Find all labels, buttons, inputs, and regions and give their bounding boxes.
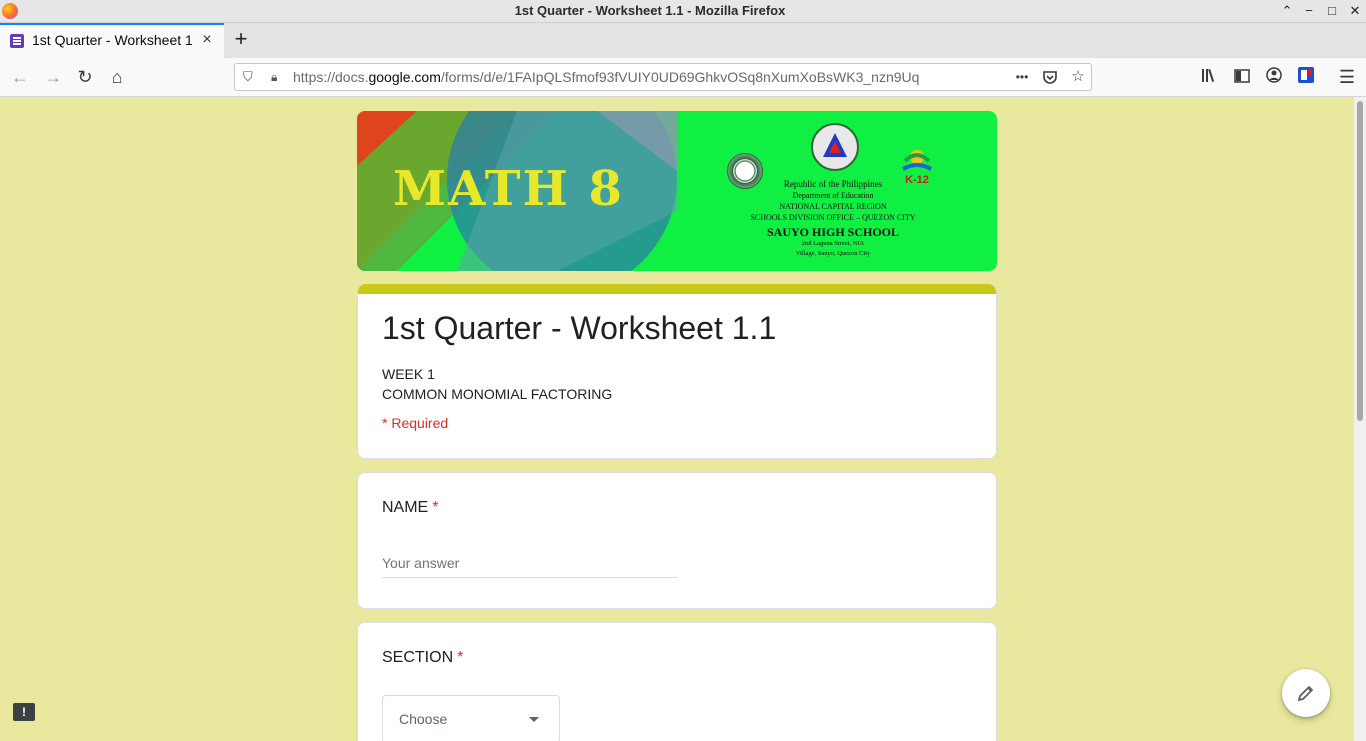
region-line: NATIONAL CAPITAL REGION [779, 202, 887, 211]
section-dropdown[interactable]: Choose [382, 695, 560, 741]
school-info: Republic of the Philippines Department o… [713, 179, 953, 259]
navigation-bar: ← → ↻ ⌂ ⛉ 🔒︎ https://docs.google.com/for… [0, 58, 1366, 97]
window-close-icon[interactable]: ✕ [1346, 2, 1364, 20]
school-address-line1: 2nd Laguna Street, NIA [801, 240, 865, 247]
page-scrollbar[interactable] [1354, 97, 1366, 741]
republic-line: Republic of the Philippines [783, 179, 883, 189]
forward-arrow-icon[interactable]: → [41, 65, 65, 89]
url-bar[interactable]: ⛉ 🔒︎ https://docs.google.com/forms/d/e/1… [234, 63, 1092, 91]
question-title: SECTION * [382, 649, 464, 666]
tab-strip: 1st Quarter - Worksheet 1.1 × + [0, 23, 1366, 58]
account-icon[interactable] [1262, 65, 1286, 89]
extension-icon[interactable] [1294, 65, 1318, 89]
reload-icon[interactable]: ↻ [73, 65, 97, 89]
pencil-icon [1297, 685, 1314, 702]
menu-icon[interactable]: ☰ [1335, 65, 1359, 89]
deped-line: Department of Education [792, 191, 874, 200]
form-description: WEEK 1 COMMON MONOMIAL FACTORING [382, 364, 612, 404]
section-dropdown-value: Choose [399, 711, 448, 727]
tab-close-icon[interactable]: × [198, 30, 216, 50]
form-accent-bar [358, 284, 996, 294]
school-name: SAUYO HIGH SCHOOL [766, 225, 900, 239]
google-forms-icon [10, 34, 24, 48]
new-tab-button[interactable]: + [230, 28, 252, 51]
bookmark-star-icon[interactable]: ☆ [1067, 67, 1089, 87]
lock-icon[interactable]: 🔒︎ [271, 69, 285, 85]
required-star: * [432, 499, 439, 516]
sdo-quezon-city-seal-icon [811, 123, 859, 171]
tab-label: 1st Quarter - Worksheet 1.1 [32, 32, 194, 48]
pocket-icon[interactable] [1039, 67, 1061, 87]
chevron-down-icon [529, 717, 539, 722]
required-note: * Required [382, 415, 449, 431]
form-header-image: MATH 8 K-12 Republic of the Philippines … [357, 111, 997, 271]
banner-math-title: MATH 8 [393, 161, 624, 217]
form-title: 1st Quarter - Worksheet 1.1 [382, 310, 777, 346]
school-address-line2: Village, Sauyo, Quezon City [795, 250, 871, 257]
question-card-section: SECTION * Choose [357, 622, 997, 741]
window-restore-icon[interactable]: ⌃ [1278, 2, 1296, 20]
report-feedback-icon[interactable]: ! [13, 703, 35, 721]
scrollbar-thumb[interactable] [1357, 101, 1363, 421]
division-line: SCHOOLS DIVISION OFFICE – QUEZON CITY [750, 213, 916, 222]
url-text[interactable]: https://docs.google.com/forms/d/e/1FAIpQ… [293, 69, 1005, 85]
question-card-name: NAME * Your answer [357, 472, 997, 609]
form-description-week: WEEK 1 [382, 366, 435, 382]
back-arrow-icon[interactable]: ← [8, 65, 32, 89]
window-minimize-icon[interactable]: − [1300, 2, 1318, 20]
tracking-shield-icon[interactable]: ⛉ [243, 69, 257, 85]
form-header-card: 1st Quarter - Worksheet 1.1 WEEK 1 COMMO… [357, 284, 997, 459]
window-title: 1st Quarter - Worksheet 1.1 - Mozilla Fi… [514, 3, 786, 18]
page-actions-icon[interactable]: ••• [1011, 67, 1033, 87]
window-titlebar: 1st Quarter - Worksheet 1.1 - Mozilla Fi… [0, 0, 1366, 23]
home-icon[interactable]: ⌂ [105, 65, 129, 89]
window-maximize-icon[interactable]: □ [1323, 2, 1341, 20]
form-description-topic: COMMON MONOMIAL FACTORING [382, 386, 613, 402]
library-icon[interactable] [1198, 65, 1222, 89]
sidebar-icon[interactable] [1230, 65, 1254, 89]
edit-pencil-button[interactable] [1282, 669, 1330, 717]
required-star: * [457, 649, 464, 666]
name-answer-input[interactable]: Your answer [382, 555, 678, 578]
question-title: NAME * [382, 499, 439, 516]
tab-worksheet[interactable]: 1st Quarter - Worksheet 1.1 × [0, 23, 224, 58]
